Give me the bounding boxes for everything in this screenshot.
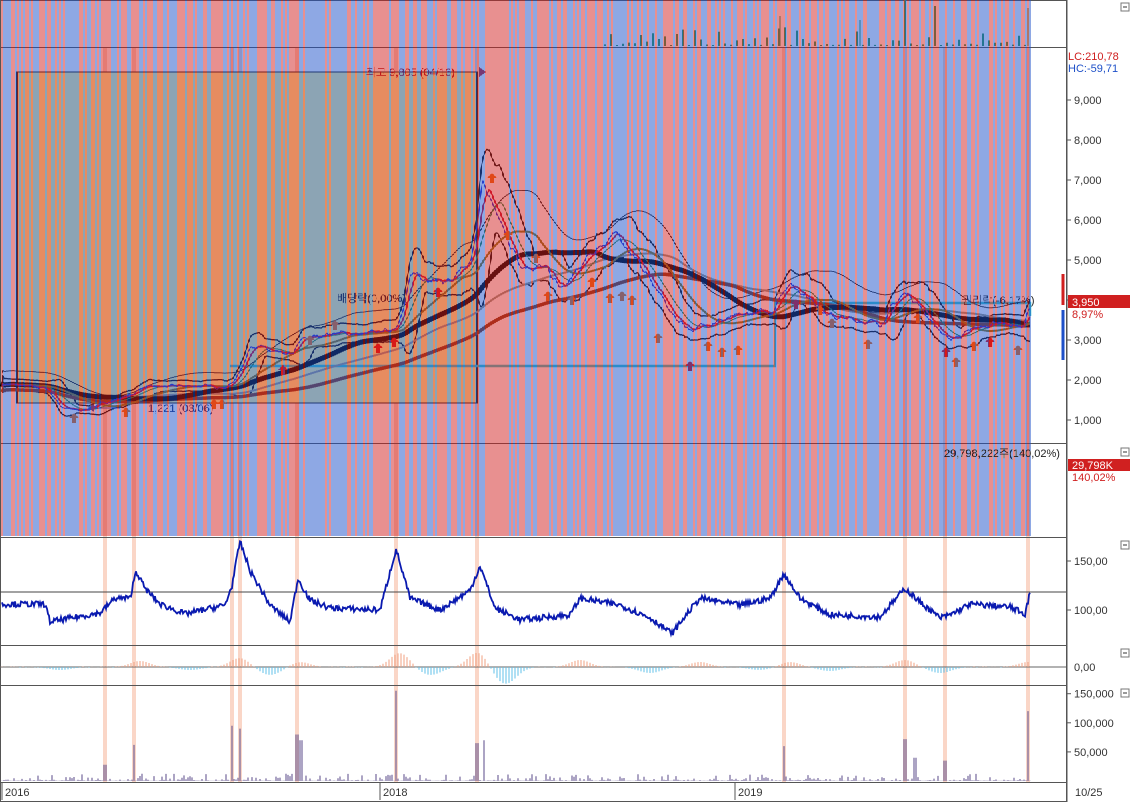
osc-tick-label: 100,00 <box>1074 605 1108 617</box>
volume-tag: 29,798K <box>1072 460 1114 472</box>
panel-close-button-5[interactable] <box>1120 688 1130 698</box>
price-tick-label: 1,000 <box>1074 415 1102 427</box>
price-tick-label: 6,000 <box>1074 215 1102 227</box>
macd-axis: 0,00 <box>1074 662 1095 674</box>
price-tick-label: 3,000 <box>1074 335 1102 347</box>
volume-pct-tag: 140,02% <box>1072 472 1116 484</box>
pct-tag: 8,97% <box>1072 309 1103 321</box>
volume-header: 29,798,222주(140,02%) <box>944 448 1060 460</box>
obv-tick-label: 100,000 <box>1074 718 1114 730</box>
price-tick-label: 8,000 <box>1074 135 1102 147</box>
volume-bars <box>1 0 1031 536</box>
lc-label: LC:210,78 <box>1068 51 1119 63</box>
obv-tick-label: 50,000 <box>1074 747 1108 759</box>
hc-label: HC:-59,71 <box>1068 63 1118 75</box>
panel-close-button-4[interactable] <box>1120 648 1130 658</box>
price-tick-label: 2,000 <box>1074 375 1102 387</box>
price-tag: 3,950 <box>1072 297 1100 309</box>
osc-tick-label: 150,00 <box>1074 556 1108 568</box>
price-tick-label: 7,000 <box>1074 175 1102 187</box>
x-label-2019: 2019 <box>738 787 762 799</box>
price-tick-label: 9,000 <box>1074 95 1102 107</box>
obv-axis: 150,000 100,000 50,000 <box>1066 689 1114 759</box>
panel-close-button-3[interactable] <box>1120 540 1130 550</box>
panel-close-button-1[interactable] <box>1120 2 1130 12</box>
price-tick-label: 5,000 <box>1074 255 1102 267</box>
stock-chart: LC:210,78 HC:-59,71 1,0002,0003,0004,000… <box>0 0 1131 802</box>
x-label-date: 10/25 <box>1075 787 1103 799</box>
obv-tick-label: 150,000 <box>1074 689 1114 701</box>
panel-close-button-2[interactable] <box>1120 447 1130 457</box>
macd-tick-label: 0,00 <box>1074 662 1095 674</box>
x-label-2016: 2016 <box>5 787 29 799</box>
x-label-2018: 2018 <box>383 787 407 799</box>
